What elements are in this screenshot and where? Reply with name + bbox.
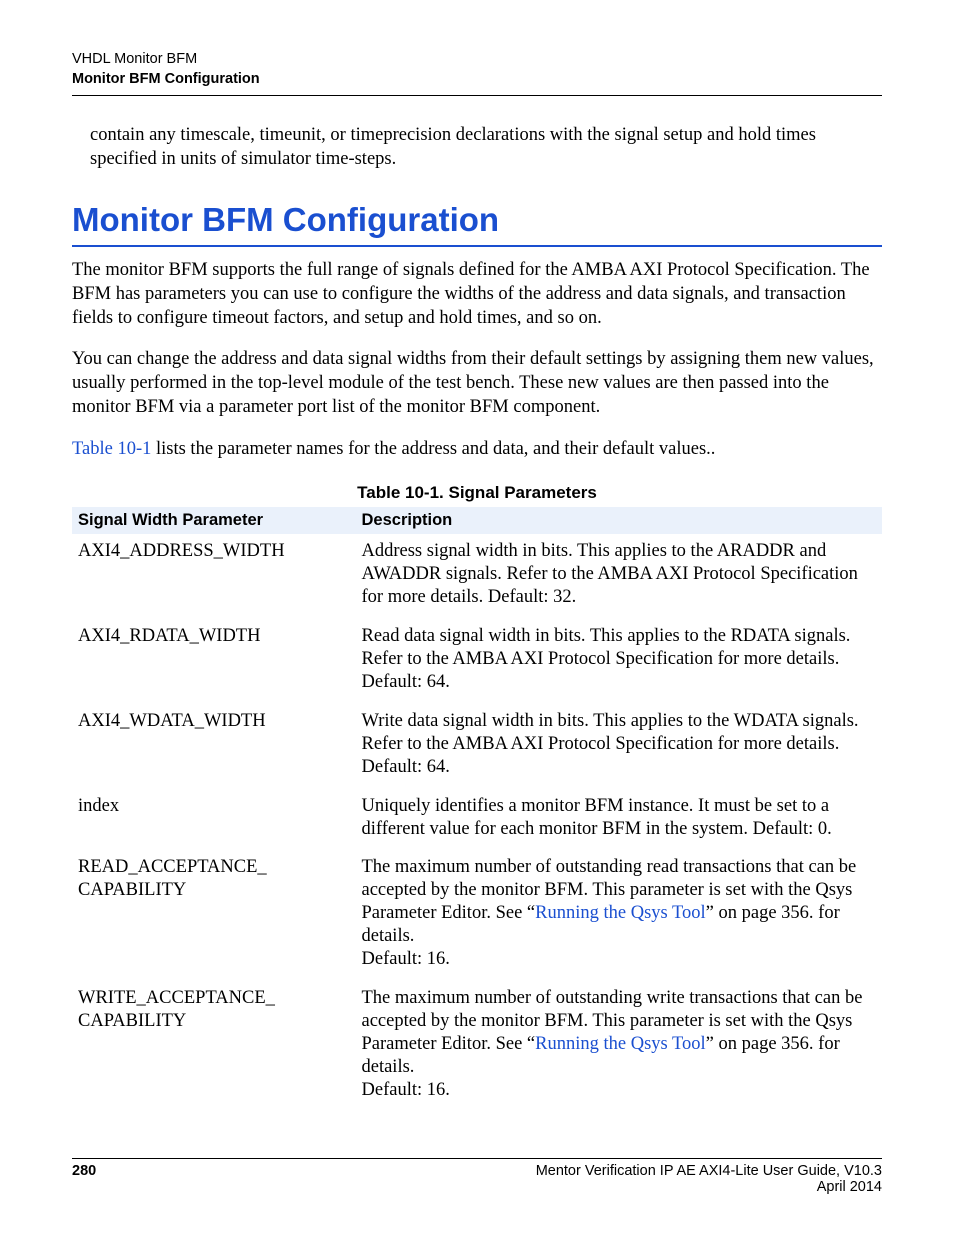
signal-parameters-table: Signal Width Parameter Description AXI4_… [72, 507, 882, 1112]
table-row: READ_ACCEPTANCE_ CAPABILITY The maximum … [72, 850, 882, 981]
header-line-1: VHDL Monitor BFM [72, 50, 882, 70]
page-header: VHDL Monitor BFM Monitor BFM Configurati… [72, 50, 882, 96]
param-name: WRITE_ACCEPTANCE_ CAPABILITY [72, 981, 356, 1112]
title-rule [72, 245, 882, 247]
param-desc: Read data signal width in bits. This app… [356, 619, 883, 704]
param-name: AXI4_ADDRESS_WIDTH [72, 534, 356, 619]
paragraph-2: You can change the address and data sign… [72, 348, 882, 419]
table-header-description: Description [356, 507, 883, 534]
qsys-tool-link[interactable]: Running the Qsys Tool [535, 903, 706, 923]
paragraph-3: Table 10-1 lists the parameter names for… [72, 438, 882, 462]
param-desc: Write data signal width in bits. This ap… [356, 704, 883, 789]
intro-paragraph: contain any timescale, timeunit, or time… [90, 124, 882, 171]
table-header-parameter: Signal Width Parameter [72, 507, 356, 534]
param-name: AXI4_WDATA_WIDTH [72, 704, 356, 789]
paragraph-1: The monitor BFM supports the full range … [72, 259, 882, 330]
table-row: AXI4_ADDRESS_WIDTH Address signal width … [72, 534, 882, 619]
param-name: AXI4_RDATA_WIDTH [72, 619, 356, 704]
qsys-tool-link[interactable]: Running the Qsys Tool [535, 1034, 706, 1054]
table-reference-link[interactable]: Table 10-1 [72, 439, 151, 459]
table-row: AXI4_RDATA_WIDTH Read data signal width … [72, 619, 882, 704]
param-desc: Uniquely identifies a monitor BFM instan… [356, 789, 883, 851]
param-desc: The maximum number of outstanding read t… [356, 850, 883, 981]
table-row: WRITE_ACCEPTANCE_ CAPABILITY The maximum… [72, 981, 882, 1112]
footer-right: Mentor Verification IP AE AXI4-Lite User… [536, 1163, 882, 1195]
footer-guide-name: Mentor Verification IP AE AXI4-Lite User… [536, 1163, 882, 1179]
param-name: index [72, 789, 356, 851]
param-desc: Address signal width in bits. This appli… [356, 534, 883, 619]
table-caption: Table 10-1. Signal Parameters [72, 483, 882, 503]
paragraph-3-rest: lists the parameter names for the addres… [151, 439, 715, 459]
param-name: READ_ACCEPTANCE_ CAPABILITY [72, 850, 356, 981]
table-row: AXI4_WDATA_WIDTH Write data signal width… [72, 704, 882, 789]
page-footer: 280 Mentor Verification IP AE AXI4-Lite … [72, 1158, 882, 1195]
header-line-2: Monitor BFM Configuration [72, 70, 882, 90]
param-desc: The maximum number of outstanding write … [356, 981, 883, 1112]
section-title: Monitor BFM Configuration [72, 201, 882, 239]
footer-date: April 2014 [536, 1179, 882, 1195]
page-number: 280 [72, 1163, 96, 1179]
table-row: index Uniquely identifies a monitor BFM … [72, 789, 882, 851]
